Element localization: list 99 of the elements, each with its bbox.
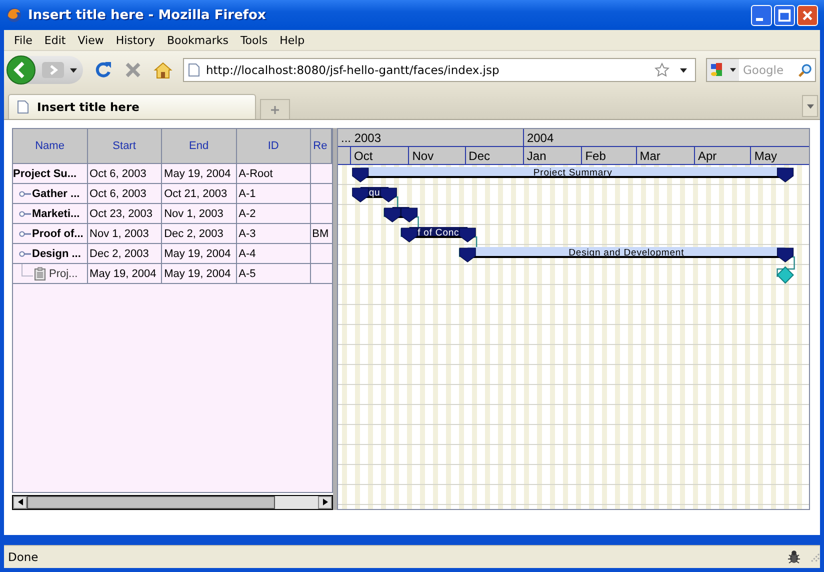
table-cell: Dec 2, 2003 bbox=[90, 248, 149, 260]
status-text: Done bbox=[8, 550, 38, 564]
milestone-diamond[interactable] bbox=[776, 266, 794, 284]
table-cell: A-1 bbox=[238, 188, 256, 200]
task-name: Design ... bbox=[32, 248, 81, 260]
table-cell: Oct 6, 2003 bbox=[90, 188, 146, 200]
bug-icon[interactable] bbox=[786, 549, 802, 565]
bar-label: f of Conc bbox=[418, 228, 460, 238]
summary-bar[interactable] bbox=[459, 247, 794, 262]
menu-item[interactable]: Tools bbox=[234, 34, 274, 46]
task-name: Proj... bbox=[48, 268, 78, 280]
table-cell: May 19, 2004 bbox=[164, 268, 231, 280]
window-title: Insert title here - Mozilla Firefox bbox=[28, 8, 267, 22]
browser-logo-icon bbox=[6, 7, 22, 23]
task-name: Gather ... bbox=[32, 188, 80, 200]
table-cell: Oct 21, 2003 bbox=[164, 188, 228, 200]
month-label: Jan bbox=[526, 148, 546, 162]
page-icon bbox=[188, 63, 200, 77]
bar-label: Design and Development bbox=[568, 248, 684, 258]
tab-list-button[interactable] bbox=[802, 95, 818, 117]
table-cell: A-5 bbox=[238, 268, 256, 280]
address-field[interactable]: http://localhost:8080/jsf-hello-gantt/faces/index.jsp bbox=[183, 58, 696, 82]
table-cell: BM bbox=[312, 228, 329, 240]
plus-icon bbox=[270, 104, 280, 114]
new-tab-button[interactable] bbox=[260, 99, 290, 119]
menu-item[interactable]: History bbox=[110, 34, 161, 46]
month-label: Oct bbox=[354, 148, 373, 162]
bar-label: qu bbox=[368, 188, 380, 198]
task-name: Proof of... bbox=[32, 228, 84, 240]
menu-item[interactable]: Help bbox=[274, 34, 311, 46]
year-label: ... 2003 bbox=[341, 130, 382, 144]
minimize-button[interactable] bbox=[751, 4, 772, 26]
month-label: Nov bbox=[412, 148, 434, 162]
table-cell: Nov 1, 2003 bbox=[164, 208, 224, 220]
column-header[interactable]: ID bbox=[236, 129, 312, 164]
table-cell: A-2 bbox=[238, 208, 256, 220]
table-cell: Dec 2, 2003 bbox=[164, 228, 224, 240]
dropdown-caret-icon[interactable] bbox=[680, 68, 687, 72]
reload-icon[interactable] bbox=[93, 60, 113, 80]
task-bar[interactable] bbox=[352, 187, 397, 202]
home-icon[interactable] bbox=[153, 60, 173, 80]
horizontal-scrollbar[interactable] bbox=[12, 494, 333, 510]
back-button[interactable] bbox=[6, 55, 36, 85]
column-header[interactable]: Start bbox=[88, 129, 162, 164]
table-cell: A-3 bbox=[238, 228, 256, 240]
left-arrow-icon bbox=[18, 498, 22, 506]
splitter-handle[interactable] bbox=[333, 128, 337, 510]
caret-icon bbox=[730, 68, 736, 72]
month-label: Dec bbox=[468, 148, 490, 162]
column-header[interactable]: End bbox=[162, 129, 237, 164]
month-label: Feb bbox=[585, 148, 606, 162]
table-cell: May 19, 2004 bbox=[164, 168, 231, 180]
expand-handle-icon[interactable] bbox=[19, 228, 31, 238]
table-cell: A-4 bbox=[238, 248, 256, 260]
close-button[interactable] bbox=[797, 4, 818, 26]
maximize-button[interactable] bbox=[774, 4, 795, 26]
star-icon[interactable] bbox=[654, 62, 670, 78]
year-label: 2004 bbox=[526, 130, 554, 144]
bar-label: Project Summary bbox=[533, 168, 612, 178]
menu-item[interactable]: View bbox=[72, 34, 110, 46]
table-cell: Oct 6, 2003 bbox=[90, 168, 146, 180]
search-engine-button[interactable] bbox=[707, 59, 739, 81]
task-bar[interactable] bbox=[384, 207, 418, 222]
table-cell: May 19, 2004 bbox=[90, 268, 156, 280]
month-label: May bbox=[754, 148, 778, 162]
month-label: Mar bbox=[640, 148, 660, 162]
search-input[interactable]: Google bbox=[739, 63, 797, 77]
dropdown-caret-icon[interactable] bbox=[70, 68, 77, 72]
month-label: Apr bbox=[698, 148, 717, 162]
column-header[interactable]: Name bbox=[13, 129, 88, 164]
summary-bar[interactable] bbox=[352, 167, 794, 182]
scrollbar-thumb[interactable] bbox=[27, 496, 275, 509]
expand-handle-icon[interactable] bbox=[19, 248, 31, 258]
task-name: Marketi... bbox=[32, 208, 80, 220]
expand-handle-icon[interactable] bbox=[19, 188, 31, 198]
table-cell: Nov 1, 2003 bbox=[90, 228, 149, 240]
task-bar[interactable] bbox=[400, 227, 476, 242]
caret-icon bbox=[806, 104, 814, 108]
table-cell: A-Root bbox=[238, 168, 273, 180]
document-icon bbox=[34, 266, 46, 280]
menu-item[interactable]: Edit bbox=[38, 34, 72, 46]
scroll-left-button[interactable] bbox=[13, 496, 27, 509]
scroll-right-button[interactable] bbox=[318, 496, 332, 509]
close-icon bbox=[801, 8, 814, 22]
expand-handle-icon[interactable] bbox=[19, 208, 31, 218]
minimize-icon bbox=[756, 18, 763, 20]
right-arrow-icon bbox=[322, 498, 328, 506]
menu-item[interactable]: File bbox=[8, 34, 38, 46]
table-cell: Oct 23, 2003 bbox=[90, 208, 153, 220]
table-cell: May 19, 2004 bbox=[164, 248, 231, 260]
search-icon[interactable] bbox=[797, 62, 813, 78]
search-field[interactable]: Google bbox=[706, 58, 816, 82]
column-header[interactable]: Re bbox=[311, 129, 332, 164]
browser-tab[interactable]: Insert title here bbox=[8, 94, 256, 119]
task-name: Project Su... bbox=[13, 168, 77, 180]
maximize-icon bbox=[778, 8, 791, 22]
page-icon bbox=[17, 100, 29, 114]
menu-item[interactable]: Bookmarks bbox=[160, 34, 234, 46]
resize-grip-icon[interactable] bbox=[808, 551, 820, 563]
